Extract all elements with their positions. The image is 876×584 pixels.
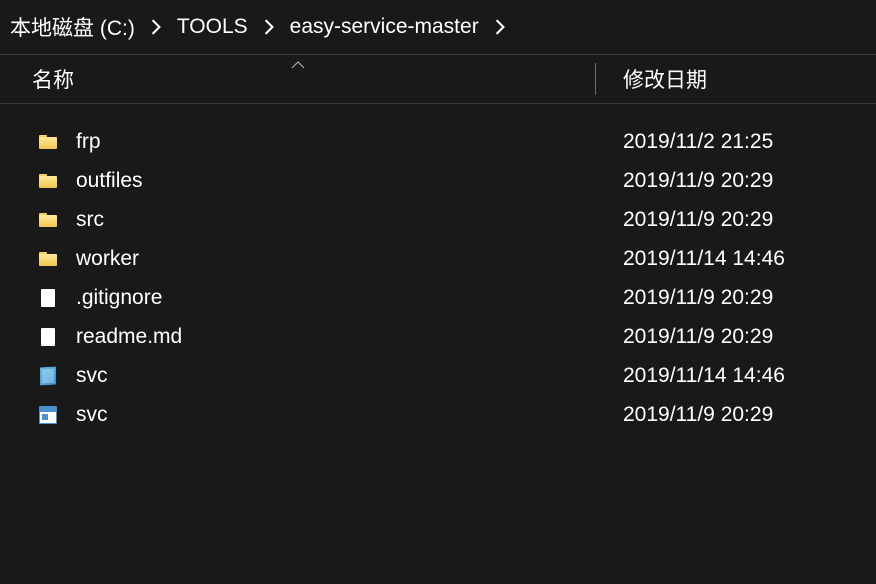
file-date: 2019/11/14 14:46 (595, 247, 785, 271)
list-item[interactable]: readme.md 2019/11/9 20:29 (0, 317, 876, 356)
file-name: readme.md (76, 325, 182, 349)
folder-icon (38, 210, 58, 230)
folder-icon (38, 171, 58, 191)
list-item[interactable]: .gitignore 2019/11/9 20:29 (0, 278, 876, 317)
folder-icon (38, 249, 58, 269)
breadcrumb-item-drive[interactable]: 本地磁盘 (C:) (4, 8, 141, 46)
folder-icon (38, 132, 58, 152)
file-date: 2019/11/9 20:29 (595, 169, 773, 193)
application-icon (38, 405, 58, 425)
file-date: 2019/11/14 14:46 (595, 364, 785, 388)
chevron-right-icon[interactable] (485, 19, 515, 35)
list-item[interactable]: svc 2019/11/14 14:46 (0, 356, 876, 395)
column-header-name[interactable]: 名称 (0, 55, 595, 103)
file-name: worker (76, 247, 139, 271)
sort-ascending-icon (291, 51, 305, 75)
list-item[interactable]: frp 2019/11/2 21:25 (0, 122, 876, 161)
breadcrumb-item-tools[interactable]: TOOLS (171, 11, 254, 43)
file-name: src (76, 208, 104, 232)
chevron-right-icon[interactable] (254, 19, 284, 35)
file-name: svc (76, 364, 108, 388)
file-name: outfiles (76, 169, 143, 193)
file-icon (38, 327, 58, 347)
breadcrumb: 本地磁盘 (C:) TOOLS easy-service-master (0, 0, 876, 54)
file-name: frp (76, 130, 101, 154)
column-header-date[interactable]: 修改日期 (595, 55, 707, 103)
list-item[interactable]: svc 2019/11/9 20:29 (0, 395, 876, 434)
file-date: 2019/11/9 20:29 (595, 403, 773, 427)
column-headers: 名称 修改日期 (0, 55, 876, 103)
column-header-date-label: 修改日期 (623, 64, 707, 94)
config-file-icon (38, 366, 58, 386)
file-icon (38, 288, 58, 308)
file-name: .gitignore (76, 286, 162, 310)
chevron-right-icon[interactable] (141, 19, 171, 35)
column-divider[interactable] (595, 63, 596, 95)
list-item[interactable]: worker 2019/11/14 14:46 (0, 239, 876, 278)
breadcrumb-item-current[interactable]: easy-service-master (284, 11, 485, 43)
list-item[interactable]: src 2019/11/9 20:29 (0, 200, 876, 239)
file-date: 2019/11/9 20:29 (595, 208, 773, 232)
list-item[interactable]: outfiles 2019/11/9 20:29 (0, 161, 876, 200)
file-date: 2019/11/2 21:25 (595, 130, 773, 154)
column-header-name-label: 名称 (32, 64, 74, 94)
file-list: frp 2019/11/2 21:25 outfiles 2019/11/9 2… (0, 104, 876, 434)
file-date: 2019/11/9 20:29 (595, 286, 773, 310)
file-name: svc (76, 403, 108, 427)
file-date: 2019/11/9 20:29 (595, 325, 773, 349)
